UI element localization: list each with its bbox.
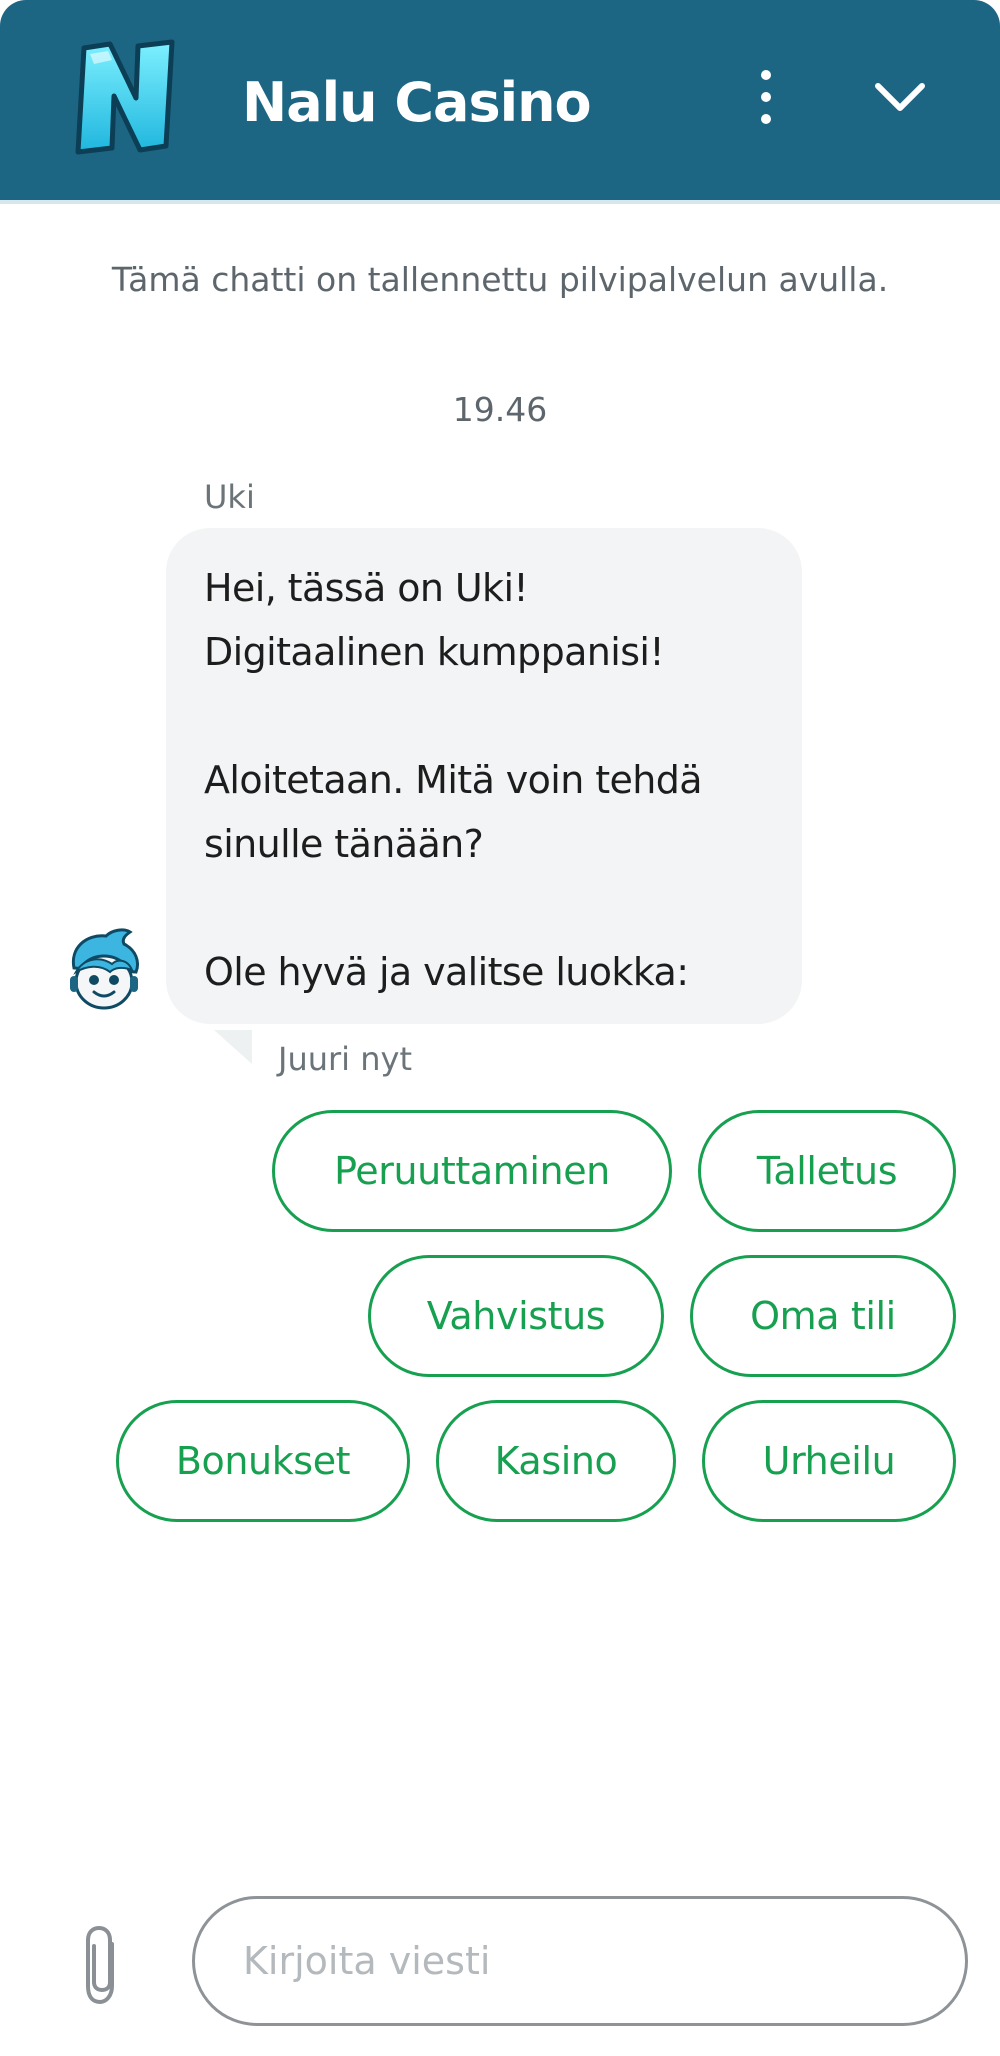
uki-avatar-icon: [60, 928, 144, 1014]
nalu-n-logo-icon: [70, 38, 182, 156]
message-line: Aloitetaan. Mitä voin tehdä: [204, 758, 703, 802]
header-title: Nalu Casino: [242, 71, 592, 134]
kebab-menu-icon[interactable]: [746, 64, 786, 130]
quick-reply-urheilu[interactable]: Urheilu: [702, 1400, 956, 1522]
header-divider: [0, 200, 1000, 204]
message-line: sinulle tänään?: [204, 822, 484, 866]
quick-reply-oma-tili[interactable]: Oma tili: [690, 1255, 956, 1377]
storage-notice: Tämä chatti on tallennettu pilvipalvelun…: [111, 260, 889, 299]
quick-reply-peruuttaminen[interactable]: Peruuttaminen: [272, 1110, 672, 1232]
quick-reply-bonukset[interactable]: Bonukset: [116, 1400, 410, 1522]
message-line: Digitaalinen kumppanisi!: [204, 630, 665, 674]
message-input[interactable]: [192, 1896, 968, 2026]
message-line: Hei, tässä on Uki!: [204, 566, 529, 610]
message-sender: Uki: [204, 478, 255, 516]
paperclip-icon[interactable]: [78, 1922, 126, 2008]
bubble-tail: [214, 1030, 252, 1064]
quick-reply-talletus[interactable]: Talletus: [698, 1110, 956, 1232]
message-time: Juuri nyt: [278, 1040, 412, 1078]
message-line: Ole hyvä ja valitse luokka:: [204, 950, 689, 994]
chat-timestamp: 19.46: [452, 390, 548, 429]
chat-header: Nalu Casino: [0, 0, 1000, 200]
quick-reply-vahvistus[interactable]: Vahvistus: [368, 1255, 664, 1377]
chat-widget: Nalu Casino Tämä chatti on tallennettu p…: [0, 0, 1000, 2056]
quick-reply-kasino[interactable]: Kasino: [436, 1400, 676, 1522]
chevron-down-icon[interactable]: [872, 72, 928, 122]
message-line-gap: [204, 684, 764, 748]
message-line-gap: [204, 876, 764, 940]
message-bubble: Hei, tässä on Uki! Digitaalinen kumppani…: [166, 528, 802, 1024]
